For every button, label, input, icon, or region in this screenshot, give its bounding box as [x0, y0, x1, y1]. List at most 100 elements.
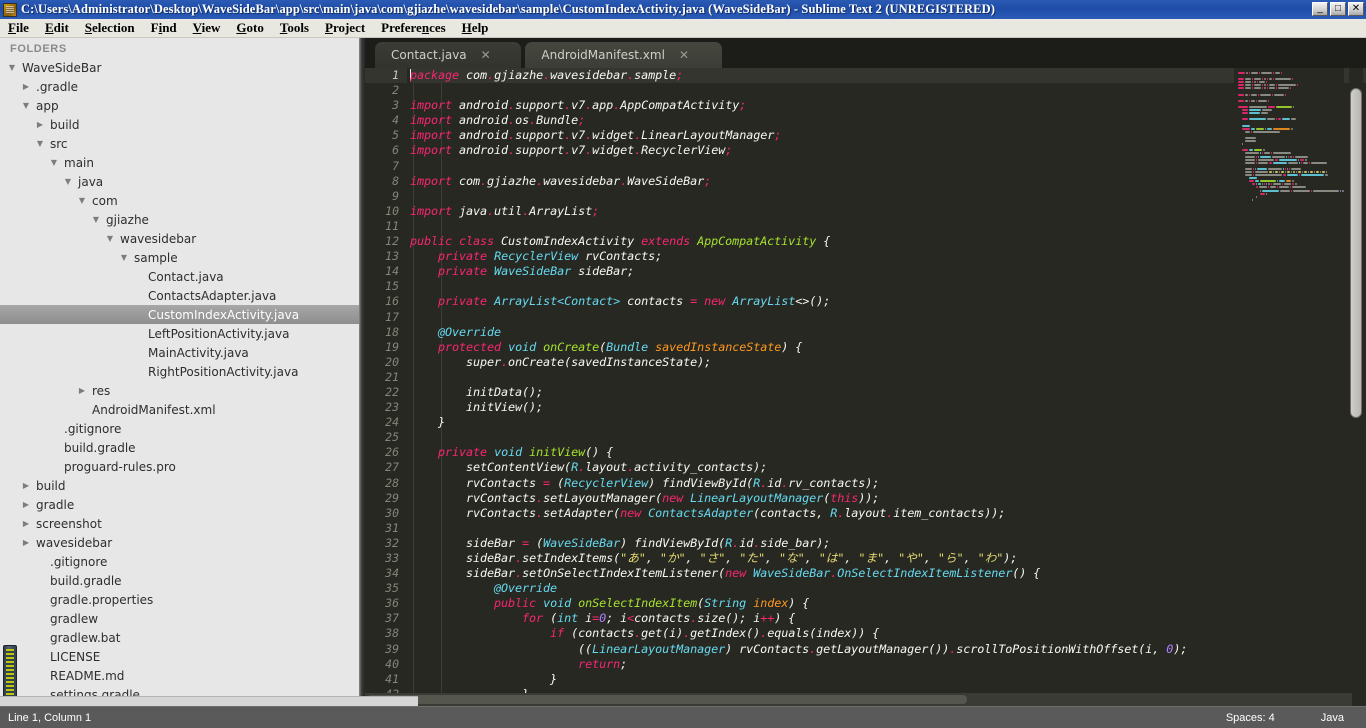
chevron-down-icon[interactable] — [76, 191, 88, 210]
code-line[interactable]: sideBar.setOnSelectIndexItemListener(new… — [410, 566, 1366, 581]
tree-item[interactable]: app — [0, 96, 359, 115]
chevron-down-icon[interactable] — [90, 210, 102, 229]
code-line[interactable]: sideBar.setIndexItems("あ", "か", "さ", "た"… — [410, 551, 1366, 566]
code-line[interactable]: protected void onCreate(Bundle savedInst… — [410, 340, 1366, 355]
sidebar-file-tree[interactable]: FOLDERS WaveSideBar .gradle app build src mai… — [0, 38, 359, 706]
tree-item[interactable]: .gitignore — [0, 419, 359, 438]
folder-tree[interactable]: WaveSideBar .gradle app build src main java com… — [0, 58, 359, 704]
tree-item[interactable]: MainActivity.java — [0, 343, 359, 362]
maximize-button[interactable]: □ — [1330, 2, 1346, 16]
code-line[interactable]: private RecyclerView rvContacts; — [410, 249, 1366, 264]
code-line[interactable]: rvContacts.setAdapter(new ContactsAdapte… — [410, 506, 1366, 521]
chevron-down-icon[interactable] — [118, 248, 130, 267]
editor-tab[interactable]: AndroidManifest.xml ✕ — [525, 42, 723, 68]
code-line[interactable]: } — [410, 672, 1366, 687]
code-line[interactable]: @Override — [410, 325, 1366, 340]
menu-item-selection[interactable]: Selection — [77, 19, 143, 37]
code-text[interactable]: package com.gjiazhe.wavesidebar.sample; … — [407, 68, 1366, 706]
syntax-mode[interactable]: Java — [1321, 712, 1344, 724]
code-line[interactable]: private WaveSideBar sideBar; — [410, 264, 1366, 279]
tree-item[interactable]: wavesidebar — [0, 533, 359, 552]
code-pane[interactable]: 1 2 3 4 5 6 7 8 9 10 11 12 13 14 15 16 17 18 19 20 21 22 23 24 2… — [365, 68, 1366, 706]
vertical-scrollbar[interactable] — [1349, 68, 1363, 706]
tree-item[interactable]: gjiazhe — [0, 210, 359, 229]
menu-item-help[interactable]: Help — [454, 19, 497, 37]
chevron-right-icon[interactable] — [76, 381, 88, 400]
code-line[interactable]: setContentView(R.layout.activity_contact… — [410, 460, 1366, 475]
chevron-down-icon[interactable] — [104, 229, 116, 248]
tree-item[interactable]: src — [0, 134, 359, 153]
indent-setting[interactable]: Spaces: 4 — [1226, 712, 1275, 724]
code-line[interactable] — [410, 159, 1366, 174]
chevron-down-icon[interactable] — [6, 58, 18, 77]
code-line[interactable]: public void onSelectIndexItem(String ind… — [410, 596, 1366, 611]
code-line[interactable] — [410, 279, 1366, 294]
tab-close-icon[interactable]: ✕ — [679, 49, 689, 61]
tree-item[interactable]: gradlew — [0, 609, 359, 628]
code-line[interactable]: ((LinearLayoutManager) rvContacts.getLay… — [410, 642, 1366, 657]
chevron-down-icon[interactable] — [20, 96, 32, 115]
tree-item[interactable]: screenshot — [0, 514, 359, 533]
tree-item[interactable]: wavesidebar — [0, 229, 359, 248]
tree-item[interactable]: gradle — [0, 495, 359, 514]
horizontal-scrollbar[interactable] — [365, 693, 1352, 706]
code-line[interactable] — [410, 189, 1366, 204]
tree-item[interactable]: AndroidManifest.xml — [0, 400, 359, 419]
tree-item[interactable]: gradlew.bat — [0, 628, 359, 647]
tree-item[interactable]: res — [0, 381, 359, 400]
tab-close-icon[interactable]: ✕ — [481, 49, 491, 61]
close-button[interactable]: ✕ — [1348, 2, 1364, 16]
chevron-right-icon[interactable] — [20, 476, 32, 495]
code-line[interactable]: initData(); — [410, 385, 1366, 400]
menu-item-tools[interactable]: Tools — [272, 19, 317, 37]
code-line[interactable]: rvContacts.setLayoutManager(new LinearLa… — [410, 491, 1366, 506]
editor-tab[interactable]: Contact.java ✕ — [375, 42, 522, 68]
menu-item-goto[interactable]: Goto — [228, 19, 271, 37]
horizontal-scrollbar-thumb[interactable] — [367, 695, 967, 704]
tree-item[interactable]: RightPositionActivity.java — [0, 362, 359, 381]
tree-item[interactable]: gradle.properties — [0, 590, 359, 609]
tree-item[interactable]: build — [0, 476, 359, 495]
code-line[interactable] — [410, 310, 1366, 325]
minimap[interactable] — [1234, 68, 1344, 706]
sidebar-horizontal-scrollbar[interactable] — [0, 696, 418, 706]
tree-item[interactable]: Contact.java — [0, 267, 359, 286]
code-line[interactable] — [410, 83, 1366, 98]
code-line[interactable]: package com.gjiazhe.wavesidebar.sample; — [410, 68, 1366, 84]
tree-item[interactable]: WaveSideBar — [0, 58, 359, 77]
code-line[interactable]: if (contacts.get(i).getIndex().equals(in… — [410, 626, 1366, 641]
tree-item[interactable]: LeftPositionActivity.java — [0, 324, 359, 343]
vertical-scrollbar-thumb[interactable] — [1350, 88, 1362, 418]
menu-item-file[interactable]: File — [0, 19, 37, 37]
menu-item-find[interactable]: Find — [143, 19, 185, 37]
minimize-button[interactable]: _ — [1312, 2, 1328, 16]
code-line[interactable] — [410, 370, 1366, 385]
chevron-right-icon[interactable] — [20, 514, 32, 533]
tree-item[interactable]: sample — [0, 248, 359, 267]
code-line[interactable] — [410, 430, 1366, 445]
code-line[interactable]: import android.support.v7.widget.LinearL… — [410, 128, 1366, 143]
tree-item[interactable]: com — [0, 191, 359, 210]
tree-item[interactable]: .gitignore — [0, 552, 359, 571]
tree-item[interactable]: java — [0, 172, 359, 191]
code-line[interactable]: @Override — [410, 581, 1366, 596]
code-line[interactable] — [410, 521, 1366, 536]
code-line[interactable]: sideBar = (WaveSideBar) findViewById(R.i… — [410, 536, 1366, 551]
tree-item[interactable]: build.gradle — [0, 438, 359, 457]
tree-item[interactable]: .gradle — [0, 77, 359, 96]
tree-item[interactable]: ContactsAdapter.java — [0, 286, 359, 305]
code-line[interactable]: public class CustomIndexActivity extends… — [410, 234, 1366, 249]
chevron-right-icon[interactable] — [34, 115, 46, 134]
tree-item[interactable]: README.md — [0, 666, 359, 685]
code-line[interactable]: private void initView() { — [410, 445, 1366, 460]
tree-item[interactable]: proguard-rules.pro — [0, 457, 359, 476]
tree-item[interactable]: main — [0, 153, 359, 172]
code-line[interactable]: import android.support.v7.app.AppCompatA… — [410, 98, 1366, 113]
tree-item[interactable]: build.gradle — [0, 571, 359, 590]
code-line[interactable]: for (int i=0; i<contacts.size(); i++) { — [410, 611, 1366, 626]
chevron-right-icon[interactable] — [20, 77, 32, 96]
menu-item-preferences[interactable]: Preferences — [373, 19, 454, 37]
tree-item[interactable]: LICENSE — [0, 647, 359, 666]
code-line[interactable]: initView(); — [410, 400, 1366, 415]
chevron-right-icon[interactable] — [20, 533, 32, 552]
